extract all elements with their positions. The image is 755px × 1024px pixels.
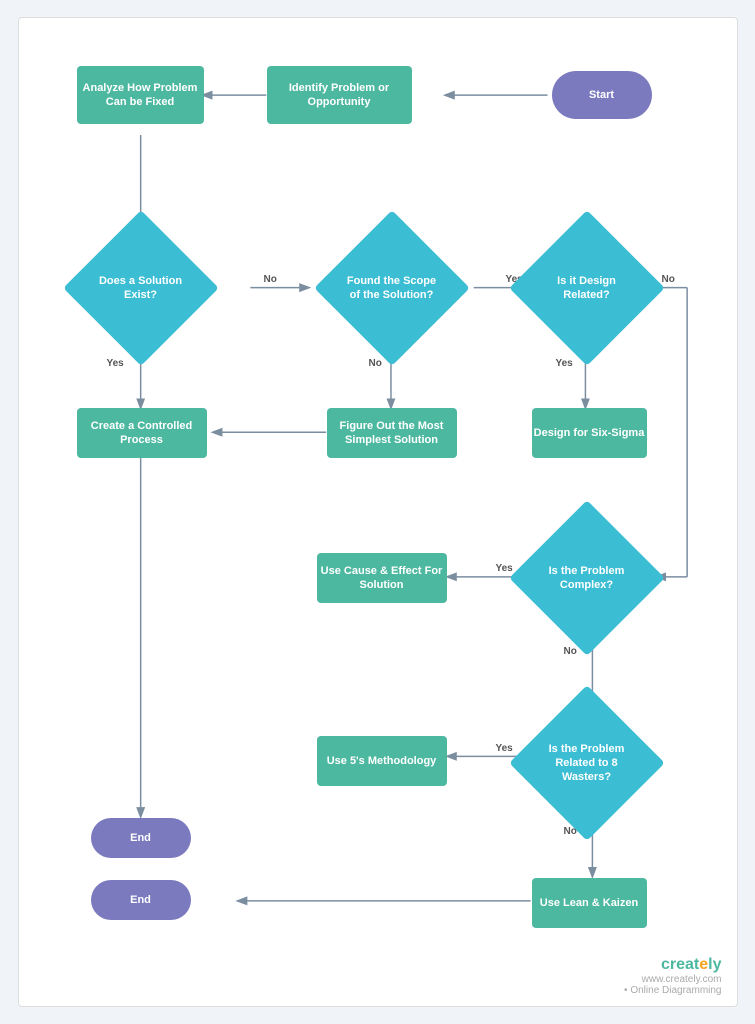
found-scope-node: Found the Scope of the Solution?	[337, 233, 447, 343]
cause-effect-node: Use Cause & Effect For Solution	[317, 553, 447, 603]
label-yes-is-design: Yes	[556, 358, 573, 369]
is-complex-node: Is the Problem Complex?	[532, 523, 642, 633]
does-solution-node: Does a Solution Exist?	[86, 233, 196, 343]
analyze-how-node: Analyze How Problem Can be Fixed	[77, 66, 204, 124]
label-no-does-solution: No	[264, 274, 277, 285]
end1-node: End	[91, 818, 191, 858]
use-lean-node: Use Lean & Kaizen	[532, 878, 647, 928]
create-controlled-node: Create a Controlled Process	[77, 408, 207, 458]
label-no-found-scope-down: No	[369, 358, 382, 369]
is-design-node: Is it Design Related?	[532, 233, 642, 343]
label-yes-is-complex: Yes	[496, 563, 513, 574]
label-no-is-complex: No	[564, 646, 577, 657]
watermark-tagline: • Online Diagramming	[624, 985, 721, 996]
end2-node: End	[91, 880, 191, 920]
label-no-is-design: No	[662, 274, 675, 285]
watermark: creately www.creately.com • Online Diagr…	[624, 956, 721, 996]
watermark-url: www.creately.com	[624, 974, 721, 985]
use-5s-node: Use 5's Methodology	[317, 736, 447, 786]
identify-problem-node: Identify Problem or Opportunity	[267, 66, 412, 124]
diagram-container: Yes No Yes No Yes No Yes No Yes No Start…	[18, 17, 738, 1007]
figure-out-node: Figure Out the Most Simplest Solution	[327, 408, 457, 458]
start-node: Start	[552, 71, 652, 119]
is-8wasters-node: Is the Problem Related to 8 Wasters?	[532, 708, 642, 818]
label-yes-is-8wasters: Yes	[496, 743, 513, 754]
brand-name: creately	[661, 956, 722, 973]
label-yes-does-solution: Yes	[107, 358, 124, 369]
design-sixsigma-node: Design for Six-Sigma	[532, 408, 647, 458]
